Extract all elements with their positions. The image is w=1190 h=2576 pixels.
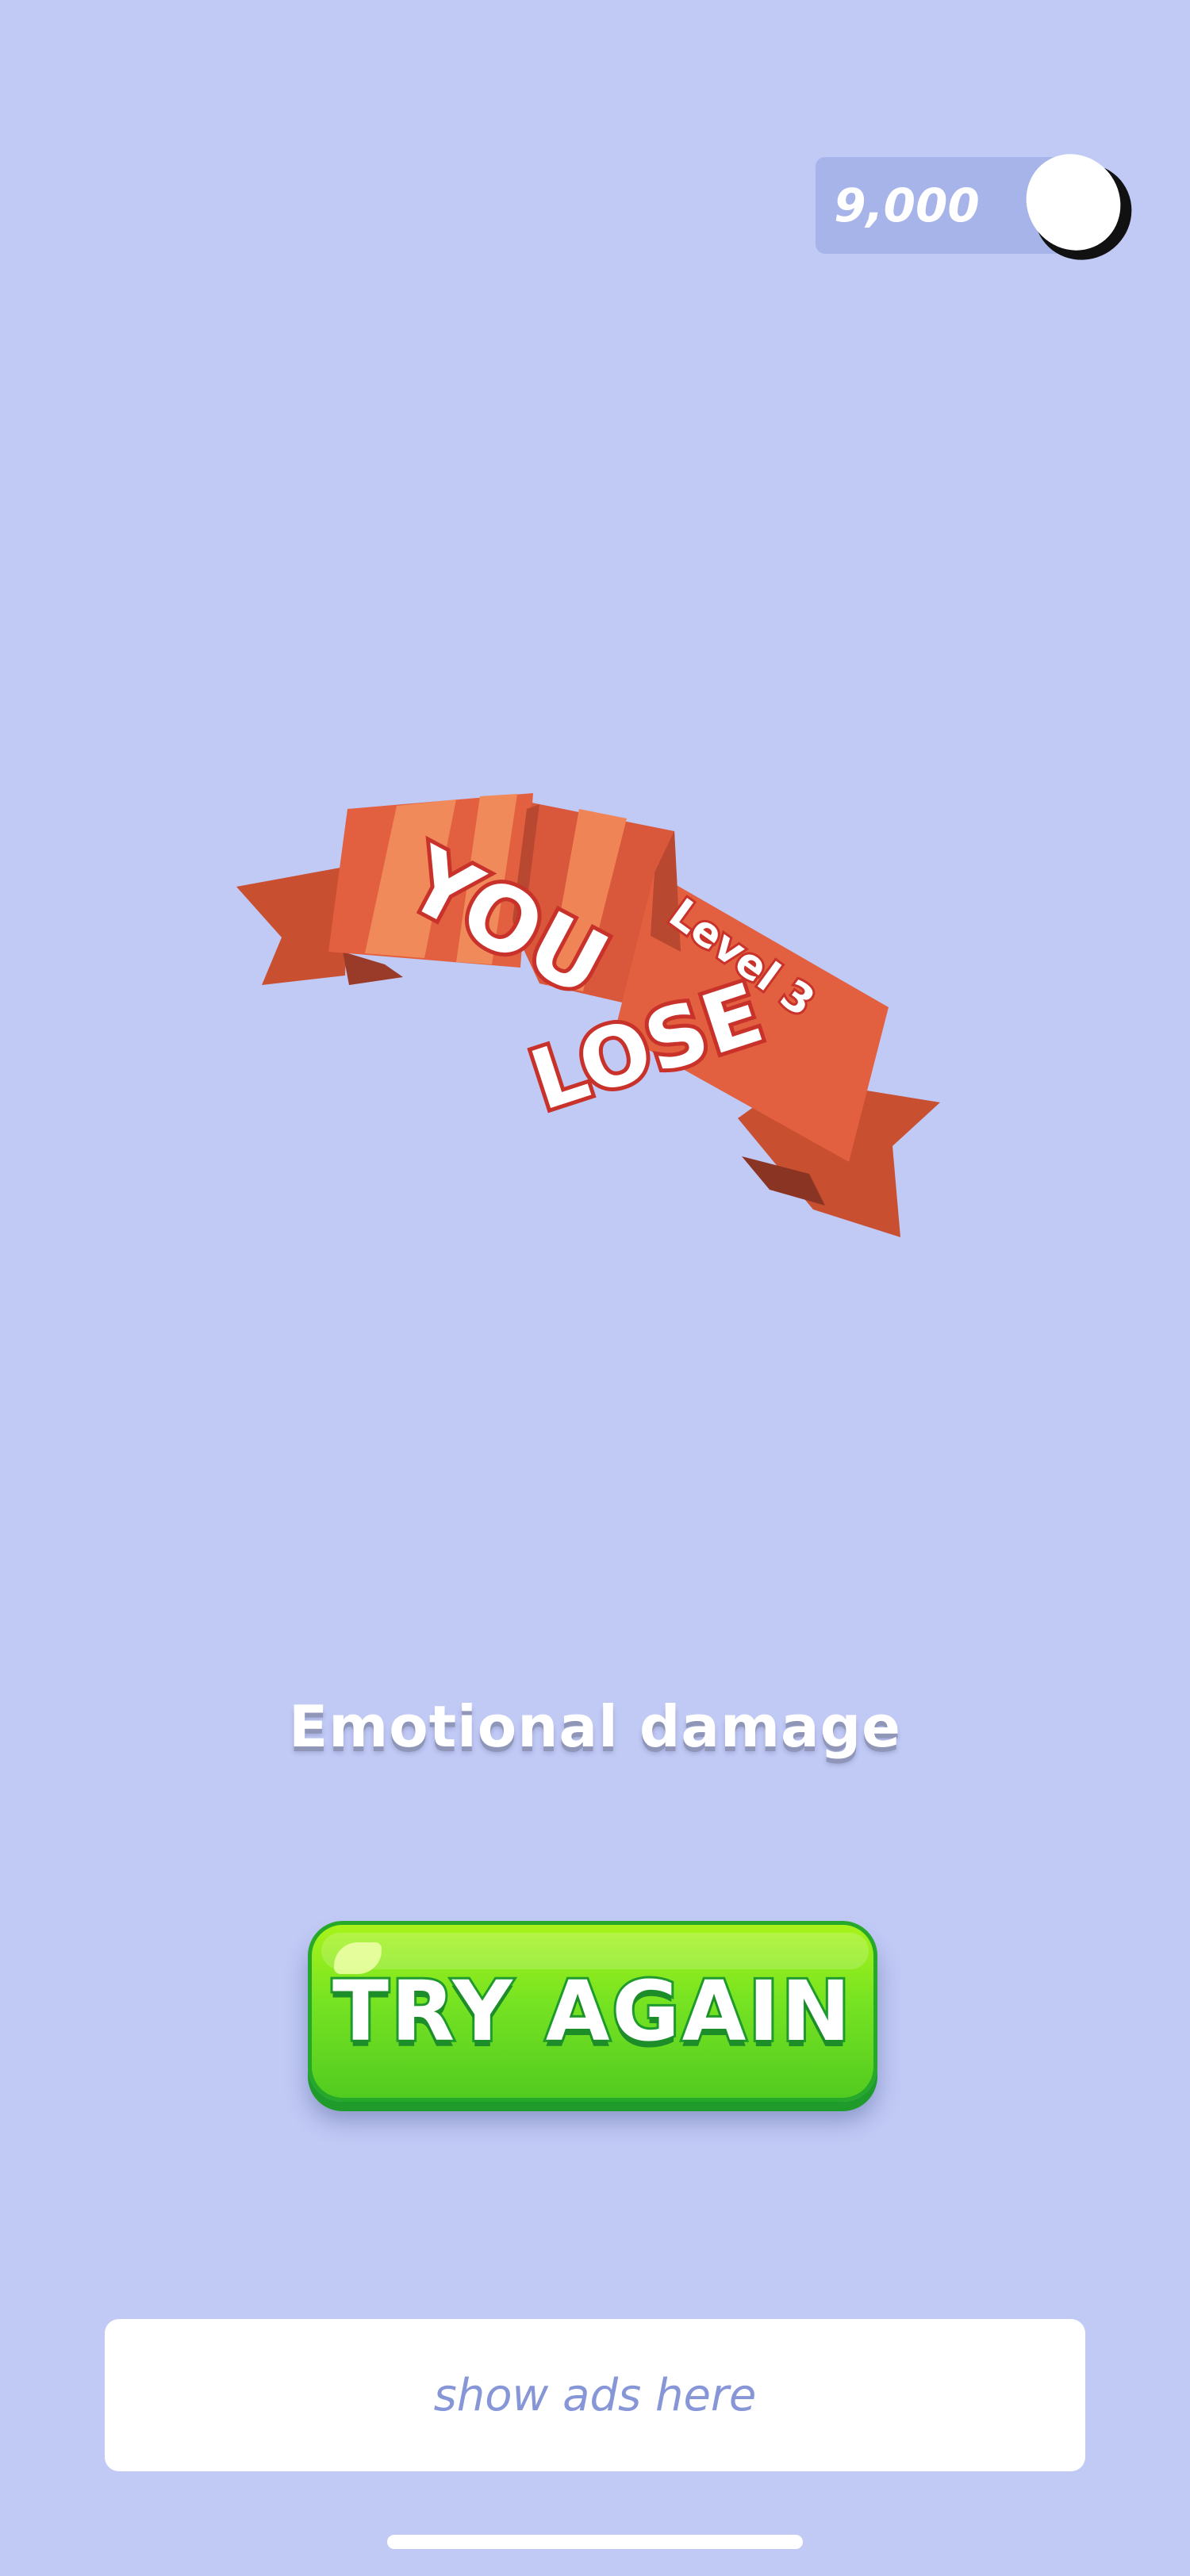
coin-amount: 9,000 <box>834 178 980 232</box>
coin-icon <box>1026 154 1132 260</box>
try-again-label: TRY AGAIN <box>330 1961 853 2062</box>
you-lose-banner: YOU LOSE Level 3 <box>236 793 940 1237</box>
ad-banner[interactable]: show ads here <box>105 2319 1085 2471</box>
home-indicator[interactable] <box>387 2535 803 2549</box>
result-subtitle: Emotional damage <box>289 1693 901 1760</box>
try-again-button[interactable]: TRY AGAIN <box>308 1921 877 2102</box>
ad-placeholder-text: show ads here <box>433 2369 757 2421</box>
